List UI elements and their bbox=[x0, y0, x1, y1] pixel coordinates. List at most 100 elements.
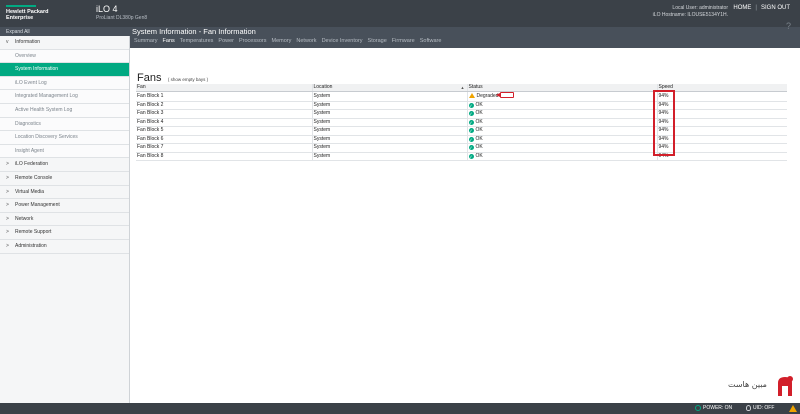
sidebar-item-label: Remote Console bbox=[15, 174, 53, 181]
ok-check-icon: ✓ bbox=[468, 128, 474, 133]
fan-name-cell: Fan Block 2 bbox=[136, 101, 312, 110]
fan-name-cell: Fan Block 6 bbox=[136, 135, 312, 144]
tab-memory[interactable]: Memory bbox=[272, 38, 292, 44]
speed-cell: 94% bbox=[656, 101, 787, 110]
sidebar-item-label: Network bbox=[15, 215, 34, 222]
power-icon bbox=[695, 405, 701, 411]
sidebar-item-insight-agent[interactable]: Insight Agent bbox=[0, 144, 129, 159]
sidebar-item-label: Insight Agent bbox=[15, 147, 44, 154]
chevron-right-icon: > bbox=[6, 188, 9, 195]
sidebar-item-administration[interactable]: > Administration bbox=[0, 240, 129, 254]
table-row: Fan Block 4 System ✓ OK 94% bbox=[136, 118, 787, 127]
tab-processors[interactable]: Processors bbox=[239, 38, 267, 44]
table-row: Fan Block 5 System ✓ OK 94% bbox=[136, 126, 787, 136]
sidebar-item-network[interactable]: > Network bbox=[0, 213, 129, 227]
status-cell: ✓ OK bbox=[466, 118, 657, 127]
location-cell: System bbox=[311, 109, 467, 119]
chevron-right-icon: > bbox=[6, 215, 9, 222]
sidebar-item-ilo-federation[interactable]: > iLO Federation bbox=[0, 158, 129, 172]
sidebar-item-overview[interactable]: Overview bbox=[0, 49, 129, 64]
sidebar-item-label: Diagnostics bbox=[15, 120, 41, 127]
column-header-status[interactable]: Status bbox=[466, 84, 657, 92]
home-link[interactable]: HOME bbox=[733, 5, 751, 11]
sidebar-item-label: Power Management bbox=[15, 202, 60, 209]
chevron-right-icon: > bbox=[6, 174, 9, 181]
fan-name-cell: Fan Block 8 bbox=[136, 152, 312, 161]
sidebar-item-integrated-management-log[interactable]: Integrated Management Log bbox=[0, 90, 129, 104]
sidebar-item-label: System Information bbox=[15, 66, 59, 73]
sidebar-item-virtual-media[interactable]: > Virtual Media bbox=[0, 186, 129, 200]
tab-firmware[interactable]: Firmware bbox=[392, 38, 415, 44]
table-row: Fan Block 6 System ✓ OK 94% bbox=[136, 135, 787, 144]
sidebar-item-power-management[interactable]: > Power Management bbox=[0, 199, 129, 213]
tab-software[interactable]: Software bbox=[420, 38, 442, 44]
sidebar-item-diagnostics[interactable]: Diagnostics bbox=[0, 117, 129, 132]
table-row: Fan Block 7 System ✓ OK 94% bbox=[136, 143, 787, 153]
tab-fans[interactable]: Fans bbox=[163, 38, 175, 44]
sidebar-item-location-discovery-services[interactable]: Location Discovery Services bbox=[0, 131, 129, 145]
tab-summary[interactable]: Summary bbox=[134, 38, 158, 44]
column-header-speed[interactable]: Speed bbox=[656, 84, 787, 92]
column-header-fan[interactable]: Fan bbox=[136, 84, 312, 92]
fan-name-cell: Fan Block 4 bbox=[136, 118, 312, 127]
product-info: iLO 4 ProLiant DL380p Gen8 bbox=[96, 4, 147, 21]
chevron-down-icon: v bbox=[6, 39, 9, 45]
uid-status[interactable]: UID: OFF bbox=[746, 405, 774, 411]
warning-icon bbox=[468, 93, 475, 98]
status-label: Degraded bbox=[476, 93, 499, 99]
status-label: OK bbox=[475, 110, 483, 116]
status-label: OK bbox=[475, 144, 483, 150]
tab-power[interactable]: Power bbox=[218, 38, 234, 44]
power-status[interactable]: POWER: ON bbox=[695, 405, 732, 411]
top-links: HOME | SIGN OUT bbox=[733, 5, 790, 11]
sidebar-item-information[interactable]: v Information bbox=[0, 36, 129, 50]
status-label: OK bbox=[475, 101, 483, 108]
page-title: System Information - Fan Information bbox=[132, 27, 256, 36]
sidebar-item-system-information[interactable]: System Information bbox=[0, 63, 129, 77]
expand-all-link[interactable]: Expand All bbox=[6, 29, 30, 35]
tab-device-inventory[interactable]: Device Inventory bbox=[322, 38, 363, 44]
sign-out-link[interactable]: SIGN OUT bbox=[761, 5, 790, 11]
status-footer: POWER: ON UID: OFF bbox=[0, 403, 800, 414]
show-empty-bays-link[interactable]: ( show empty bays ) bbox=[168, 77, 208, 82]
sidebar-item-label: iLO Event Log bbox=[15, 79, 47, 86]
status-cell: Degraded bbox=[466, 91, 657, 102]
tab-temperatures[interactable]: Temperatures bbox=[180, 38, 214, 44]
status-cell: ✓ OK bbox=[466, 109, 657, 119]
main-content: Fans ( show empty bays ) Fan Location ▲ S… bbox=[131, 48, 800, 403]
column-header-location[interactable]: Location ▲ bbox=[311, 84, 467, 92]
section-title: Fans bbox=[137, 72, 162, 84]
chevron-right-icon: > bbox=[6, 242, 9, 249]
sidebar-item-label: Location Discovery Services bbox=[15, 134, 78, 141]
sidebar-item-label: iLO Federation bbox=[15, 161, 49, 168]
tab-storage[interactable]: Storage bbox=[368, 38, 387, 44]
status-cell: ✓ OK bbox=[466, 135, 657, 144]
speed-cell: 94% bbox=[656, 143, 787, 153]
help-icon[interactable]: ? bbox=[786, 21, 791, 31]
ok-check-icon: ✓ bbox=[468, 119, 474, 125]
status-label: OK bbox=[475, 118, 483, 125]
health-warning-icon[interactable] bbox=[789, 405, 797, 412]
sidebar-item-label: Administration bbox=[15, 242, 47, 249]
sidebar-item-ilo-event-log[interactable]: iLO Event Log bbox=[0, 76, 129, 91]
server-model: ProLiant DL380p Gen8 bbox=[96, 15, 148, 21]
table-row: Fan Block 3 System ✓ OK 94% bbox=[136, 109, 787, 119]
tab-network[interactable]: Network bbox=[296, 38, 316, 44]
fan-name-cell: Fan Block 1 bbox=[136, 91, 312, 102]
tab-bar: Summary Fans Temperatures Power Processors Me… bbox=[134, 38, 446, 44]
local-user: Local User: administrator bbox=[672, 5, 728, 11]
uid-status-label: UID: OFF bbox=[753, 405, 775, 411]
speed-cell: 94% bbox=[656, 126, 787, 136]
sidebar-item-remote-console[interactable]: > Remote Console bbox=[0, 172, 129, 186]
speed-cell: 94% bbox=[656, 152, 787, 161]
sidebar-item-remote-support[interactable]: > Remote Support bbox=[0, 226, 129, 240]
speed-cell: 94% bbox=[656, 91, 787, 102]
fan-name-cell: Fan Block 7 bbox=[136, 143, 312, 153]
ilo-hostname: iLO Hostname: ILOUSE5134Y1H. bbox=[652, 12, 728, 18]
fan-name-cell: Fan Block 3 bbox=[136, 109, 312, 119]
speed-cell: 94% bbox=[656, 118, 787, 127]
sidebar-item-active-health-system-log[interactable]: Active Health System Log bbox=[0, 103, 129, 118]
chevron-right-icon: > bbox=[6, 229, 9, 236]
status-label: OK bbox=[475, 135, 483, 142]
location-cell: System bbox=[311, 126, 467, 136]
